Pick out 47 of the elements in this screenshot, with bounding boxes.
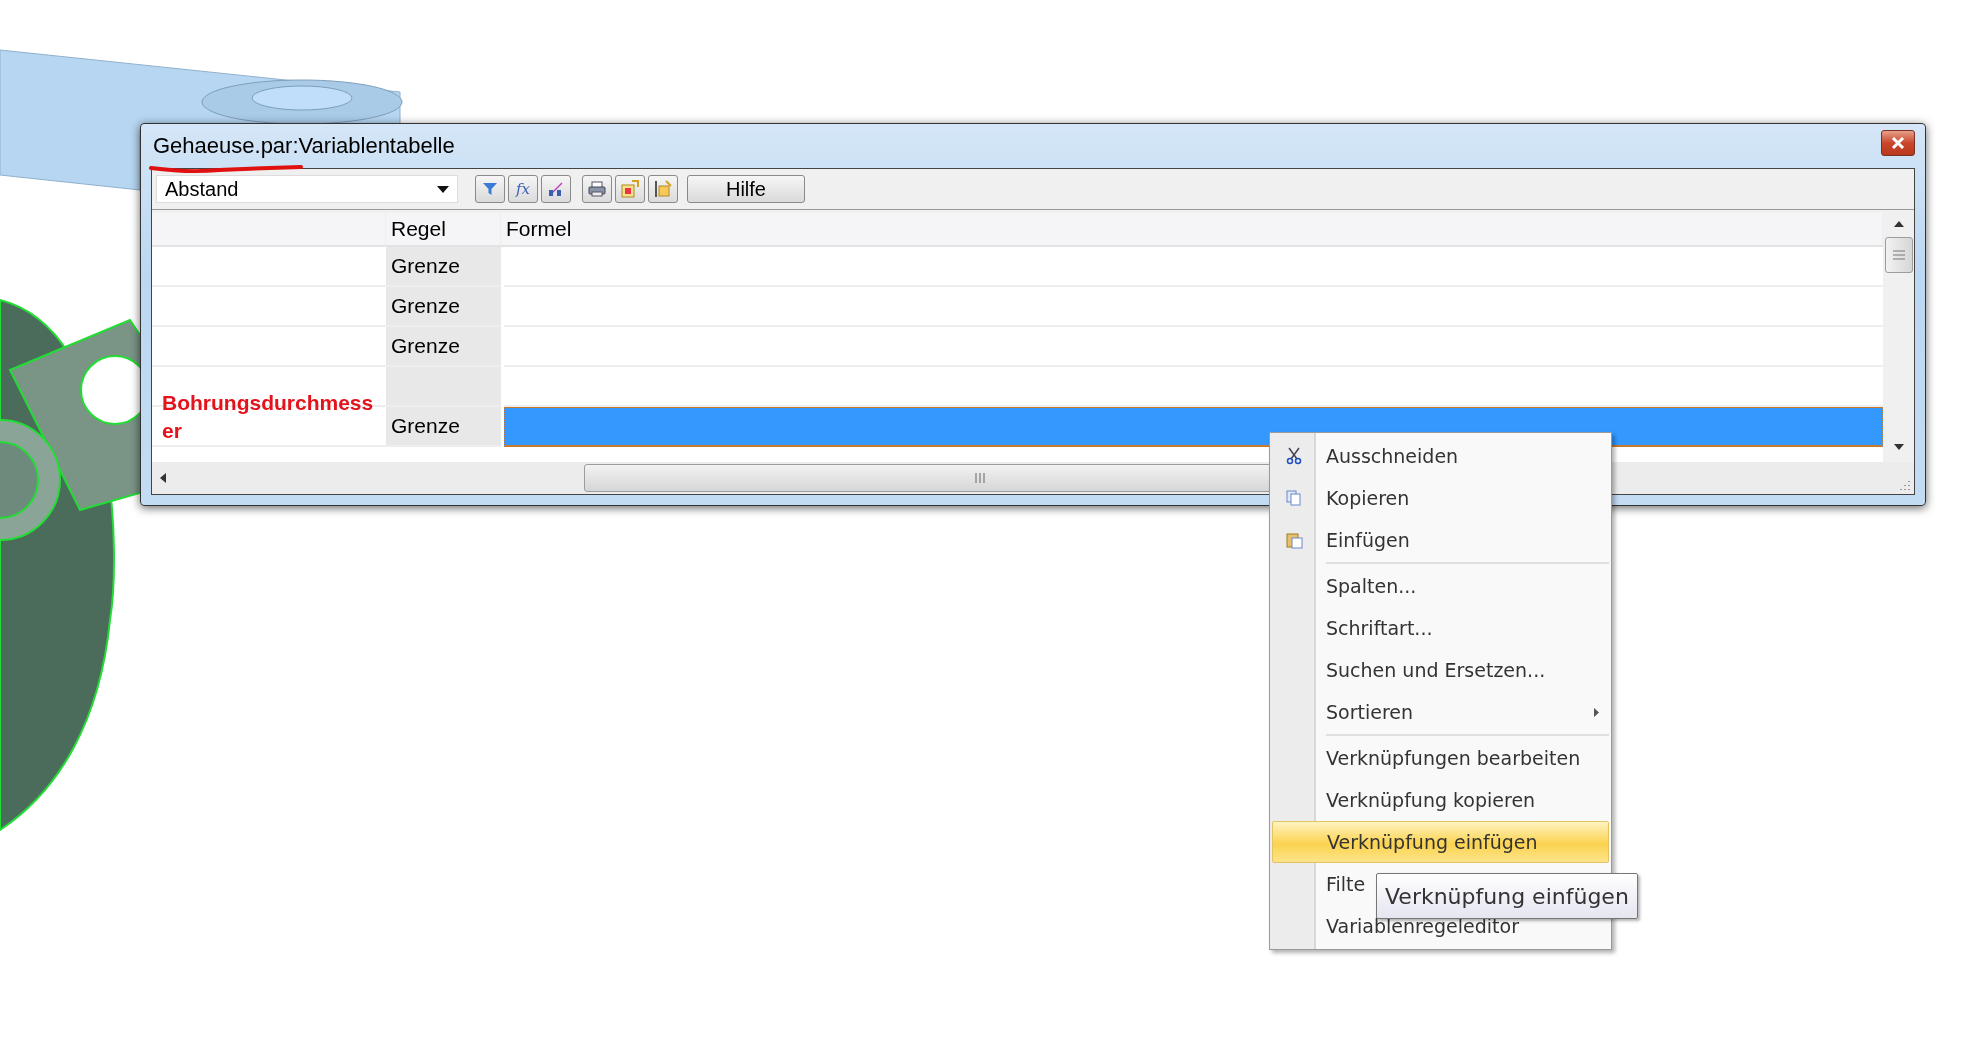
copy-icon — [1286, 490, 1302, 506]
filter-button[interactable] — [475, 175, 505, 203]
menu-item[interactable]: Kopieren — [1272, 477, 1609, 519]
grip-icon — [975, 473, 985, 483]
formula-cell[interactable] — [504, 407, 1883, 447]
table-cell: Grenze — [386, 247, 501, 287]
help-button[interactable]: Hilfe — [687, 175, 805, 203]
grip-icon — [1892, 250, 1905, 260]
menu-item[interactable]: Einfügen — [1272, 519, 1609, 561]
resize-grip-icon[interactable] — [1883, 462, 1914, 494]
table-cell: Grenze — [386, 407, 501, 447]
menu-item[interactable]: Spalten... — [1272, 561, 1609, 607]
submenu-arrow-icon — [1594, 707, 1599, 717]
table-cell: Grenze — [386, 327, 501, 367]
export-icon — [621, 180, 639, 198]
column-header[interactable]: Regel — [386, 213, 501, 247]
close-icon — [1891, 137, 1905, 149]
scroll-up-icon[interactable] — [1893, 221, 1904, 227]
menu-item[interactable]: Verknüpfung einfügen — [1272, 821, 1609, 863]
sort-icon — [548, 181, 564, 197]
print-button[interactable] — [582, 175, 612, 203]
tooltip: Verknüpfung einfügen — [1376, 873, 1638, 919]
printer-icon — [588, 181, 606, 197]
menu-item[interactable]: Verknüpfungen bearbeiten — [1272, 733, 1609, 779]
caret-icon — [437, 185, 449, 193]
variable-name: Bohrungsdurchmesser — [162, 390, 375, 444]
window-title: Gehaeuse.par:Variablentabelle — [153, 133, 455, 159]
filter-icon — [483, 183, 497, 195]
column-header[interactable]: Formel — [501, 213, 1883, 247]
scissors-icon — [1286, 447, 1302, 465]
close-button[interactable] — [1881, 130, 1915, 156]
scroll-down-icon[interactable] — [1893, 444, 1904, 450]
scroll-left-icon[interactable] — [160, 473, 166, 483]
import-button[interactable] — [648, 175, 678, 203]
menu-item[interactable]: Ausschneiden — [1272, 435, 1609, 477]
clipboard-icon — [1285, 531, 1303, 549]
export-button[interactable] — [615, 175, 645, 203]
import-icon — [654, 180, 672, 198]
menu-item[interactable]: Verknüpfung kopieren — [1272, 779, 1609, 821]
table-cell: Grenze — [386, 287, 501, 327]
menu-item[interactable]: Suchen und Ersetzen... — [1272, 649, 1609, 691]
sort-button[interactable] — [541, 175, 571, 203]
variable-type-dropdown[interactable]: Abstand — [156, 175, 458, 203]
menu-item[interactable]: Schriftart... — [1272, 607, 1609, 649]
formula-button[interactable]: fx — [508, 175, 538, 203]
vertical-scrollbar[interactable] — [1883, 213, 1914, 462]
menu-item[interactable]: Sortieren — [1272, 691, 1609, 733]
